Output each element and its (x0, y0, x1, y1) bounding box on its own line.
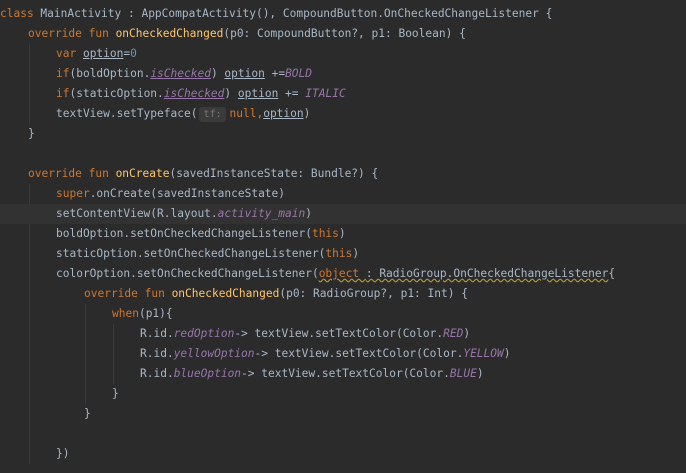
code-token: BLUE (449, 367, 477, 380)
code-token: : RadioGroup.OnCheckedChangeListener (365, 267, 609, 280)
code-line-13: staticOption.setOnCheckedChangeListener(… (0, 244, 686, 264)
code-token: ) (210, 67, 225, 80)
code-token: R.id. (140, 327, 174, 340)
parameter-hint: tf: (199, 107, 226, 122)
code-token: var (56, 47, 83, 60)
code-token: onCheckedChanged (171, 287, 280, 300)
code-token: colorOption.setOnCheckedChangeListener( (56, 267, 319, 280)
code-line-23: }) (0, 444, 686, 464)
code-line-20: } (0, 384, 686, 404)
code-line-12: boldOption.setOnCheckedChangeListener(th… (0, 224, 686, 244)
code-token: class (0, 7, 41, 20)
code-line-16: when(p1){ (0, 304, 686, 324)
code-token: MainActivity : AppCompatActivity(), Comp… (40, 7, 553, 20)
code-token: BOLD (285, 67, 313, 80)
code-token: blueOption (173, 367, 242, 380)
code-token: ) (503, 347, 511, 360)
code-token: this (325, 247, 353, 260)
code-token: -> textView.setTextColor(Color. (241, 367, 450, 380)
code-token: } (28, 127, 35, 140)
code-token: null, (229, 107, 264, 120)
code-token: redOption (173, 327, 235, 340)
code-token: isChecked (150, 67, 211, 80)
code-token: } (84, 407, 91, 420)
code-line-11-current: setContentView(R.layout.activity_main) (0, 204, 686, 224)
code-token: ) (303, 107, 311, 120)
code-line-5: if(staticOption.isChecked) option += ITA… (0, 84, 686, 104)
code-token: ) (305, 207, 312, 220)
code-token: ) (224, 87, 238, 100)
code-token: ITALIC (305, 87, 346, 100)
code-editor[interactable]: class MainActivity : AppCompatActivity()… (0, 0, 686, 473)
code-token: ) (463, 327, 471, 340)
code-token: onCheckedChanged (115, 27, 224, 40)
code-token: ) (338, 227, 346, 240)
code-token: .onCreate(savedInstanceState) (89, 187, 286, 200)
code-line-7: } (0, 124, 686, 144)
code-token: (p1){ (138, 307, 173, 320)
code-line-3: var option=0 (0, 44, 686, 64)
code-token: RED (443, 327, 464, 340)
code-token: yellowOption (173, 347, 255, 360)
code-token: (staticOption. (69, 87, 164, 100)
code-token: override fun (28, 27, 116, 40)
code-token: } (112, 387, 119, 400)
code-line-19: R.id.blueOption-> textView.setTextColor(… (0, 364, 686, 384)
code-token: -> textView.setTextColor(Color. (234, 327, 444, 340)
code-token: R.id. (140, 367, 174, 380)
code-token: option (263, 107, 304, 120)
code-token: (p0: RadioGroup?, p1: Int) { (279, 287, 468, 300)
code-token: this (311, 227, 339, 240)
code-token: += (264, 67, 286, 80)
code-token: textView.setTypeface( (56, 107, 198, 120)
code-token: object (318, 267, 366, 280)
code-line-10: super.onCreate(savedInstanceState) (0, 184, 686, 204)
code-token: (p0: CompoundButton?, p1: Boolean) { (223, 27, 466, 40)
code-token: activity_main (217, 207, 306, 220)
code-token: { (608, 267, 616, 280)
code-token: ) (476, 367, 484, 380)
code-line-9: override fun onCreate(savedInstanceState… (0, 164, 686, 184)
code-line-18: R.id.yellowOption-> textView.setTextColo… (0, 344, 686, 364)
code-token: if (56, 87, 70, 100)
code-token: isChecked (163, 87, 225, 100)
code-token: override fun (28, 167, 116, 180)
code-token: if (56, 67, 70, 80)
code-line-2: override fun onCheckedChanged(p0: Compou… (0, 24, 686, 44)
code-token: (boldOption. (69, 67, 151, 80)
code-token: ) (352, 247, 360, 260)
code-token: -> textView.setTextColor(Color. (254, 347, 464, 360)
code-token: super (56, 187, 90, 200)
code-line-1: class MainActivity : AppCompatActivity()… (0, 4, 686, 24)
code-line-21: } (0, 404, 686, 424)
code-token: option (224, 67, 265, 80)
code-token: option (237, 87, 279, 100)
code-token: }) (56, 447, 70, 460)
code-token: option (82, 47, 124, 60)
code-line-15: override fun onCheckedChanged(p0: RadioG… (0, 284, 686, 304)
code-line-6: textView.setTypeface(tf: null,option) (0, 104, 686, 124)
code-token: 0 (130, 47, 137, 60)
code-token: onCreate (115, 167, 170, 180)
code-line-17: R.id.redOption-> textView.setTextColor(C… (0, 324, 686, 344)
code-token: += (278, 87, 306, 100)
code-line-14: colorOption.setOnCheckedChangeListener(o… (0, 264, 686, 284)
code-token: YELLOW (463, 347, 504, 360)
code-token: R.id. (140, 347, 174, 360)
code-token: when (112, 307, 139, 320)
code-line-4: if(boldOption.isChecked) option +=BOLD (0, 64, 686, 84)
code-token: override fun (84, 287, 172, 300)
code-token: (savedInstanceState: Bundle?) { (169, 167, 379, 180)
code-token: setContentView(R.layout. (56, 207, 218, 220)
code-token: boldOption.setOnCheckedChangeListener( (56, 227, 312, 240)
code-token: staticOption.setOnCheckedChangeListener( (56, 247, 326, 260)
